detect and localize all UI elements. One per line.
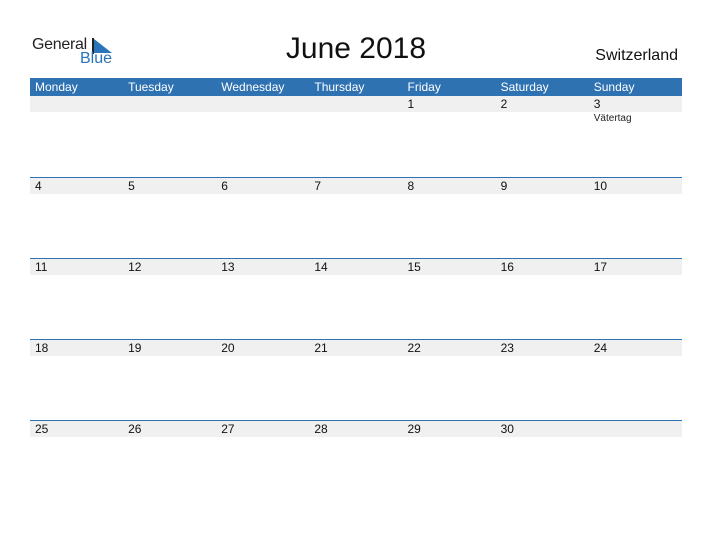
weekday-monday: Monday xyxy=(35,80,78,94)
day-number xyxy=(216,96,309,112)
day-number: 22 xyxy=(407,341,421,355)
holiday-label xyxy=(309,113,402,124)
calendar-week: 4 5 6 7 8 9 10 xyxy=(30,177,682,257)
day-number xyxy=(589,421,682,437)
day-number: 23 xyxy=(500,341,514,355)
holiday-label xyxy=(30,113,123,124)
holiday-label: Vätertag xyxy=(593,113,632,124)
day-number: 14 xyxy=(314,260,328,274)
date-row: 11 12 13 14 15 16 17 xyxy=(30,259,682,275)
day-number: 2 xyxy=(500,97,508,111)
day-number: 5 xyxy=(128,179,135,193)
day-number xyxy=(30,96,123,112)
day-number: 24 xyxy=(593,341,608,355)
calendar-week: 11 12 13 14 15 16 17 xyxy=(30,258,682,338)
weekday-thursday: Thursday xyxy=(314,80,365,94)
weekday-tuesday: Tuesday xyxy=(128,80,174,94)
day-number: 17 xyxy=(593,260,608,274)
day-number: 15 xyxy=(407,260,421,274)
holiday-label xyxy=(123,113,216,124)
day-number: 16 xyxy=(500,260,514,274)
day-number: 3 xyxy=(593,97,601,111)
day-number: 1 xyxy=(407,97,415,111)
country-label: Switzerland xyxy=(595,47,678,64)
day-number: 19 xyxy=(128,341,142,355)
weekday-saturday: Saturday xyxy=(500,80,549,94)
day-number: 20 xyxy=(221,341,235,355)
date-row: 1 2 3 xyxy=(30,96,682,112)
day-number: 25 xyxy=(35,422,49,436)
day-number xyxy=(309,96,402,112)
date-row: 4 5 6 7 8 9 10 xyxy=(30,178,682,194)
day-number: 21 xyxy=(314,341,328,355)
day-number: 13 xyxy=(221,260,235,274)
weekday-sunday: Sunday xyxy=(593,80,635,94)
day-number: 4 xyxy=(35,179,42,193)
day-number: 12 xyxy=(128,260,142,274)
day-number: 27 xyxy=(221,422,235,436)
weekday-header: Monday Tuesday Wednesday Thursday Friday… xyxy=(30,78,682,96)
date-row: 18 19 20 21 22 23 24 xyxy=(30,340,682,356)
day-number: 7 xyxy=(314,179,322,193)
day-number: 8 xyxy=(407,179,415,193)
calendar-week: 18 19 20 21 22 23 24 xyxy=(30,339,682,419)
day-number: 28 xyxy=(314,422,328,436)
day-number: 9 xyxy=(500,179,508,193)
day-number: 10 xyxy=(593,179,608,193)
day-number: 6 xyxy=(221,179,228,193)
day-number: 30 xyxy=(500,422,514,436)
day-number: 26 xyxy=(128,422,142,436)
holiday-label xyxy=(496,113,589,124)
weekday-wednesday: Wednesday xyxy=(221,80,285,94)
calendar-week: 25 26 27 28 29 30 xyxy=(30,420,682,500)
holiday-label xyxy=(216,113,309,124)
calendar-week: 1 2 3 Vätertag xyxy=(30,96,682,176)
day-number: 11 xyxy=(35,260,48,274)
day-number: 18 xyxy=(35,341,49,355)
date-row: 25 26 27 28 29 30 xyxy=(30,421,682,437)
event-row: Vätertag xyxy=(30,113,682,124)
holiday-label xyxy=(403,113,496,124)
day-number xyxy=(123,96,216,112)
weekday-friday: Friday xyxy=(407,80,441,94)
day-number: 29 xyxy=(407,422,421,436)
